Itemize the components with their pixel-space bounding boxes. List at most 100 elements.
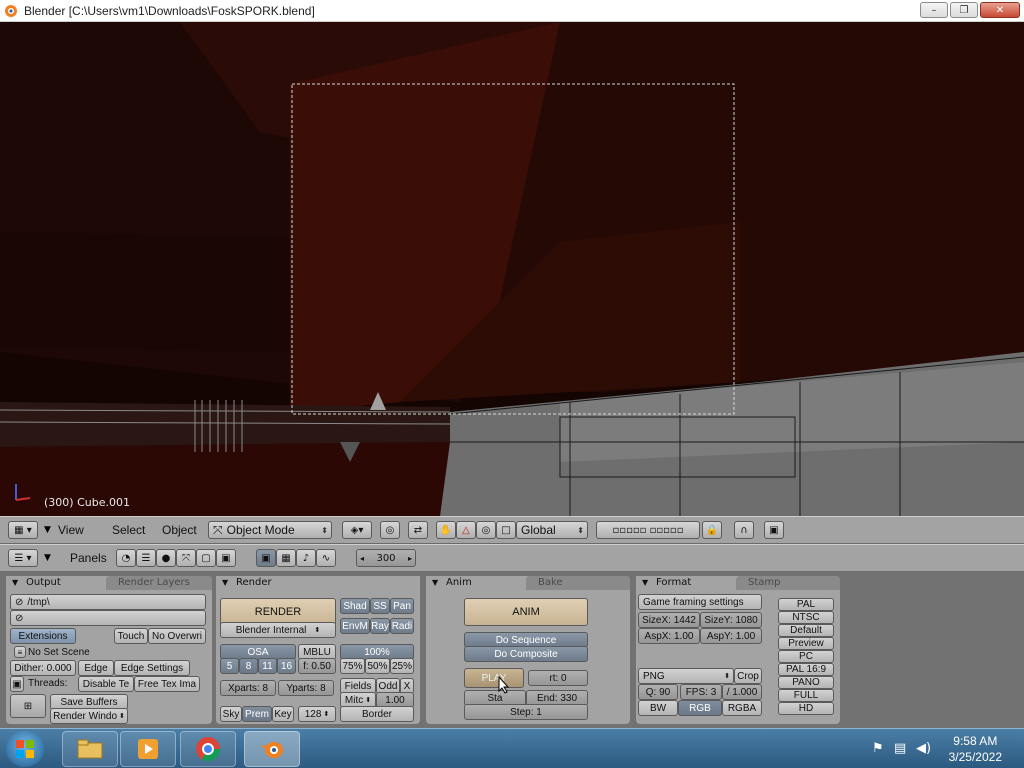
rt-field[interactable]: rt: 0 — [528, 670, 588, 686]
network-icon[interactable]: ▤ — [894, 741, 906, 756]
clock[interactable]: 9:58 AM 3/25/2022 — [949, 733, 1002, 765]
preset-ntsc[interactable]: NTSC — [778, 611, 834, 624]
logic-context-icon[interactable]: ◔ — [116, 549, 136, 567]
snap-icon[interactable]: ⇄ — [408, 521, 428, 539]
object-context-icon[interactable]: ⤧ — [176, 549, 196, 567]
anim-button[interactable]: ANIM — [464, 598, 588, 626]
bw-toggle[interactable]: BW — [638, 700, 678, 716]
output-path-field[interactable]: ⊘/tmp\ — [10, 594, 206, 610]
resolution-75[interactable]: 75% — [340, 658, 365, 674]
radiosity-toggle[interactable]: Radi — [390, 618, 414, 634]
yparts-field[interactable]: Yparts: 8 — [278, 680, 334, 696]
aspy-field[interactable]: AspY: 1.00 — [700, 628, 762, 644]
sound-subcontext-icon[interactable]: ♪ — [296, 549, 316, 567]
preset-pano[interactable]: PANO — [778, 676, 834, 689]
osa-11[interactable]: 11 — [258, 658, 277, 674]
step-field[interactable]: Step: 1 — [464, 704, 588, 720]
no-overwrite-toggle[interactable]: No Overwri — [148, 628, 206, 644]
current-frame-field[interactable]: ◂ 300 ▸ — [356, 549, 416, 567]
close-button[interactable]: ✕ — [980, 2, 1020, 18]
tab-output[interactable]: ▼ Output — [6, 576, 106, 590]
hand-grab-icon[interactable]: ✋ — [436, 521, 456, 539]
shading-context-icon[interactable]: ● — [156, 549, 176, 567]
tab-anim[interactable]: ▼ Anim — [426, 576, 526, 590]
collapse-triangle-icon[interactable]: ▼ — [44, 553, 51, 563]
set-scene-selector[interactable]: ≡ No Set Scene — [10, 644, 110, 660]
shadow-toggle[interactable]: Shad — [340, 598, 370, 614]
color-depth-dropdown[interactable]: 128 ⬍ — [298, 706, 336, 722]
preset-pal-16-9[interactable]: PAL 16:9 — [778, 663, 834, 676]
tab-render-layers[interactable]: Render Layers — [106, 576, 212, 590]
editor-type-grid-icon[interactable]: ▦ ▾ — [8, 521, 38, 539]
panels-menu[interactable]: Panels — [70, 551, 107, 565]
sss-toggle[interactable]: SS — [370, 598, 390, 614]
rgb-toggle[interactable]: RGB — [678, 700, 722, 716]
aspx-field[interactable]: AspX: 1.00 — [638, 628, 700, 644]
backbuf-path-field[interactable]: ⊘ — [10, 610, 206, 626]
threads-icon[interactable]: ▣ — [10, 676, 24, 692]
render-preview-icon[interactable]: ▣ — [764, 521, 784, 539]
osa-5[interactable]: 5 — [220, 658, 239, 674]
dispview-icon[interactable]: ⊞ — [10, 694, 46, 718]
rotate-manipulator-icon[interactable]: ◎ — [476, 521, 496, 539]
sky-toggle[interactable]: Sky — [220, 706, 242, 722]
3d-viewport[interactable]: (300) Cube.001 — [0, 22, 1024, 516]
view-menu[interactable]: View — [58, 523, 84, 537]
render-subcontext-icon[interactable]: ▣ — [256, 549, 276, 567]
fps-field[interactable]: FPS: 3 — [680, 684, 722, 700]
quality-field[interactable]: Q: 90 — [638, 684, 678, 700]
preset-default[interactable]: Default — [778, 624, 834, 637]
do-composite-toggle[interactable]: Do Composite — [464, 646, 588, 662]
editing-context-icon[interactable]: ▢ — [196, 549, 216, 567]
resolution-25[interactable]: 25% — [390, 658, 414, 674]
orientation-dropdown[interactable]: Global ⬍ — [516, 521, 588, 539]
border-toggle[interactable]: Border — [340, 706, 414, 722]
pivot-icon[interactable]: ◎ — [380, 521, 400, 539]
draw-type-icon[interactable]: ◈▾ — [342, 521, 372, 539]
select-menu[interactable]: Select — [112, 523, 145, 537]
tab-bake[interactable]: Bake — [526, 576, 630, 590]
rgba-toggle[interactable]: RGBA — [722, 700, 762, 716]
envmap-toggle[interactable]: EnvM — [340, 618, 370, 634]
file-format-dropdown[interactable]: PNG ⬍ — [638, 668, 734, 684]
render-window-dropdown[interactable]: Render Windo ⬍ — [50, 708, 128, 724]
crop-toggle[interactable]: Crop — [734, 668, 762, 684]
start-button[interactable] — [6, 731, 44, 767]
free-tex-images-toggle[interactable]: Free Tex Ima — [134, 676, 200, 692]
play-button[interactable]: PLAY — [464, 668, 524, 688]
collapse-triangle-icon[interactable]: ▼ — [44, 525, 51, 535]
object-menu[interactable]: Object — [162, 523, 197, 537]
preset-pal[interactable]: PAL — [778, 598, 834, 611]
motion-blur-factor[interactable]: f: 0.50 — [298, 658, 336, 674]
taskbar-media-player[interactable] — [120, 731, 176, 767]
taskbar-chrome[interactable] — [180, 731, 236, 767]
osa-8[interactable]: 8 — [239, 658, 258, 674]
disable-tex-toggle[interactable]: Disable Te — [78, 676, 134, 692]
editor-type-list-icon[interactable]: ☰ ▾ — [8, 549, 38, 567]
magnet-icon[interactable]: ∩ — [734, 521, 754, 539]
sizey-field[interactable]: SizeY: 1080 — [700, 612, 762, 628]
key-toggle[interactable]: Key — [272, 706, 294, 722]
minimize-button[interactable]: – — [920, 2, 948, 18]
touch-toggle[interactable]: Touch — [114, 628, 148, 644]
panorama-toggle[interactable]: Pan — [390, 598, 414, 614]
sizex-field[interactable]: SizeX: 1442 — [638, 612, 700, 628]
extensions-toggle[interactable]: Extensions — [10, 628, 76, 644]
edge-settings-button[interactable]: Edge Settings — [114, 660, 190, 676]
script-context-icon[interactable]: ☰ — [136, 549, 156, 567]
preset-pc[interactable]: PC — [778, 650, 834, 663]
translate-manipulator-icon[interactable]: △ — [456, 521, 476, 539]
osa-16[interactable]: 16 — [277, 658, 296, 674]
tab-format[interactable]: ▼ Format — [636, 576, 736, 590]
preset-preview[interactable]: Preview — [778, 637, 834, 650]
volume-icon[interactable]: ◀) — [916, 741, 931, 756]
premul-toggle[interactable]: Prem — [242, 706, 272, 722]
lock-icon[interactable]: 🔒 — [702, 521, 722, 539]
mode-dropdown[interactable]: ⤧ Object Mode ⬍ — [208, 521, 332, 539]
render-engine-dropdown[interactable]: Blender Internal ⬍ — [220, 622, 336, 638]
preset-full[interactable]: FULL — [778, 689, 834, 702]
edge-toggle[interactable]: Edge — [78, 660, 114, 676]
raytrace-toggle[interactable]: Ray — [370, 618, 390, 634]
action-center-icon[interactable]: ⚑ — [872, 741, 884, 756]
tab-render[interactable]: ▼ Render — [216, 576, 420, 590]
